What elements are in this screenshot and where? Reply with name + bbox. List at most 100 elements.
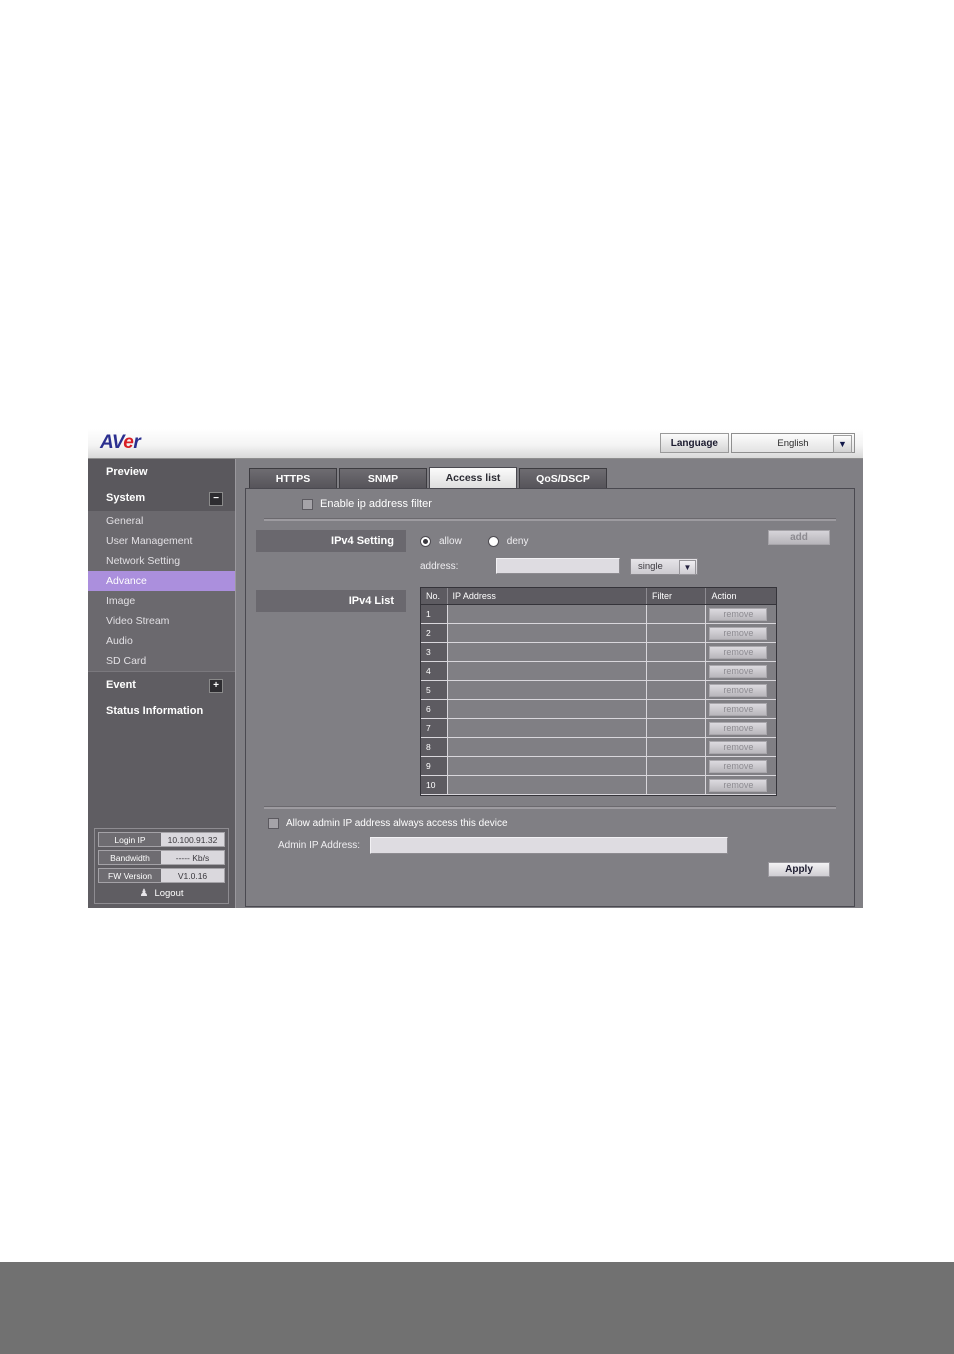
sidebar-item-network-setting[interactable]: Network Setting xyxy=(88,551,235,571)
range-type-value: single xyxy=(638,560,663,572)
tab-bar: HTTPS SNMP Access list QoS/DSCP xyxy=(245,467,855,488)
add-button[interactable]: add xyxy=(768,530,830,545)
status-row-bandwidth: Bandwidth ----- Kb/s xyxy=(98,850,225,865)
sidebar-nav: Preview System − General User Management… xyxy=(88,459,235,724)
cell-no: 8 xyxy=(421,737,448,757)
chevron-down-icon[interactable]: ▼ xyxy=(679,559,696,575)
sidebar-item-video-stream[interactable]: Video Stream xyxy=(88,611,235,631)
enable-filter-row[interactable]: Enable ip address filter xyxy=(246,489,854,518)
admin-ip-input[interactable] xyxy=(370,837,729,854)
table-row: 10 remove xyxy=(421,775,776,795)
remove-button[interactable]: remove xyxy=(709,778,768,792)
range-type-dropdown[interactable]: single ▼ xyxy=(630,557,698,575)
sidebar-item-label-status-information: Status Information xyxy=(106,705,204,717)
remove-button[interactable]: remove xyxy=(709,645,768,659)
tab-qos-dscp[interactable]: QoS/DSCP xyxy=(519,468,607,488)
sidebar-item-image[interactable]: Image xyxy=(88,591,235,611)
cell-no: 3 xyxy=(421,642,448,662)
radio-deny[interactable] xyxy=(487,535,499,547)
cell-filter xyxy=(646,775,707,795)
sidebar-item-label-sd-card: SD Card xyxy=(106,655,147,667)
plus-icon[interactable]: + xyxy=(209,679,223,693)
cell-action: remove xyxy=(705,680,776,700)
ipv4-setting-body: allow deny address: single ▼ add xyxy=(406,530,854,578)
table-header-row: No. IP Address Filter Action xyxy=(421,588,776,605)
allow-admin-label: Allow admin IP address always access thi… xyxy=(286,818,508,829)
address-input[interactable] xyxy=(496,558,620,574)
status-value-login-ip: 10.100.91.32 xyxy=(161,833,224,846)
table-row: 4 remove xyxy=(421,661,776,681)
sidebar-item-general[interactable]: General xyxy=(88,511,235,531)
enable-filter-label: Enable ip address filter xyxy=(320,498,432,510)
cell-action: remove xyxy=(705,737,776,757)
admin-ip-label: Admin IP Address: xyxy=(278,840,361,851)
sidebar-item-status-information[interactable]: Status Information xyxy=(88,698,235,724)
remove-button[interactable]: remove xyxy=(709,607,768,621)
remove-button[interactable]: remove xyxy=(709,626,768,640)
admin-ip-section: Allow admin IP address always access thi… xyxy=(246,809,854,877)
table-row: 3 remove xyxy=(421,642,776,662)
ipv4-setting-section: IPv4 Setting allow deny address: single … xyxy=(246,521,854,578)
address-row: address: single ▼ xyxy=(420,554,854,578)
camera-web-ui-window: AVer Language English ▼ Preview System −… xyxy=(88,429,863,908)
sidebar-item-event[interactable]: Event + xyxy=(88,672,235,698)
apply-button[interactable]: Apply xyxy=(768,862,830,877)
allow-admin-checkbox[interactable] xyxy=(268,818,279,829)
cell-action: remove xyxy=(705,718,776,738)
sidebar-item-preview[interactable]: Preview xyxy=(88,459,235,485)
cell-ip xyxy=(447,699,648,719)
sidebar-item-advance[interactable]: Advance xyxy=(88,571,235,591)
cell-no: 10 xyxy=(421,775,448,795)
ipv4-list-body: No. IP Address Filter Action 1 remove 2 … xyxy=(406,587,854,796)
cell-ip xyxy=(447,623,648,643)
cell-ip xyxy=(447,718,648,738)
cell-ip xyxy=(447,661,648,681)
status-value-bandwidth: ----- Kb/s xyxy=(161,851,224,864)
table-row: 2 remove xyxy=(421,623,776,643)
logout-label: Logout xyxy=(154,887,184,899)
remove-button[interactable]: remove xyxy=(709,721,768,735)
minus-icon[interactable]: − xyxy=(209,492,223,506)
allow-admin-row[interactable]: Allow admin IP address always access thi… xyxy=(268,818,854,829)
table-row: 1 remove xyxy=(421,604,776,624)
cell-no: 1 xyxy=(421,604,448,624)
remove-button[interactable]: remove xyxy=(709,683,768,697)
address-label: address: xyxy=(420,560,459,572)
cell-no: 6 xyxy=(421,699,448,719)
tab-snmp[interactable]: SNMP xyxy=(339,468,427,488)
sidebar-item-system[interactable]: System − xyxy=(88,485,235,511)
chevron-down-icon[interactable]: ▼ xyxy=(833,435,852,453)
tab-https[interactable]: HTTPS xyxy=(249,468,337,488)
sidebar-item-label-system: System xyxy=(106,492,146,504)
column-header-ip-address: IP Address xyxy=(447,588,648,605)
remove-button[interactable]: remove xyxy=(709,664,768,678)
sidebar-item-label-user-management: User Management xyxy=(106,535,193,547)
status-key-bandwidth: Bandwidth xyxy=(99,851,161,864)
remove-button[interactable]: remove xyxy=(709,759,768,773)
table-row: 7 remove xyxy=(421,718,776,738)
sidebar-item-sd-card[interactable]: SD Card xyxy=(88,651,235,671)
content-area: HTTPS SNMP Access list QoS/DSCP Enable i… xyxy=(237,459,863,908)
sidebar-item-audio[interactable]: Audio xyxy=(88,631,235,651)
logo-letter-a: A xyxy=(100,432,112,453)
cell-ip xyxy=(447,680,648,700)
language-value: English xyxy=(777,437,809,449)
tab-access-list[interactable]: Access list xyxy=(429,467,517,488)
radio-allow-label: allow xyxy=(439,535,462,547)
ipv4-setting-label: IPv4 Setting xyxy=(256,530,406,552)
radio-allow[interactable] xyxy=(420,535,431,547)
remove-button[interactable]: remove xyxy=(709,740,768,754)
language-dropdown[interactable]: English ▼ xyxy=(731,433,855,453)
status-key-fw-version: FW Version xyxy=(99,869,161,882)
ipv4-list-table: No. IP Address Filter Action 1 remove 2 … xyxy=(421,588,776,795)
logout-button[interactable]: ♟ Logout xyxy=(98,886,225,900)
sidebar-item-user-management[interactable]: User Management xyxy=(88,531,235,551)
enable-filter-checkbox[interactable] xyxy=(302,498,313,510)
cell-filter xyxy=(646,604,707,624)
admin-ip-row: Admin IP Address: xyxy=(268,837,854,854)
app-header: AVer Language English ▼ xyxy=(88,429,863,459)
remove-button[interactable]: remove xyxy=(709,702,768,716)
cell-ip xyxy=(447,642,648,662)
language-selector[interactable]: Language English ▼ xyxy=(659,433,855,453)
ipv4-list-section: IPv4 List No. IP Address Filter Action 1… xyxy=(246,578,854,796)
